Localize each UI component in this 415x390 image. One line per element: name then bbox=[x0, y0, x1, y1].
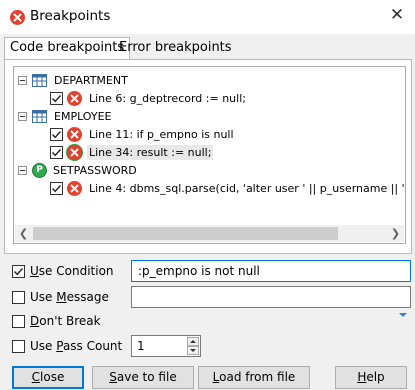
decrement-icon[interactable] bbox=[187, 346, 199, 355]
tree-group-department[interactable]: DEPARTMENT bbox=[18, 71, 130, 89]
load-from-file-button[interactable]: Load from file bbox=[198, 366, 310, 389]
horizontal-scrollbar[interactable]: ❮ ❯ bbox=[15, 225, 404, 242]
condition-input[interactable]: :p_empno is not null bbox=[131, 260, 411, 282]
breakpoint-icon bbox=[67, 180, 82, 196]
dropdown-hint-icon bbox=[399, 313, 407, 317]
use-pass-count-checkbox[interactable] bbox=[12, 339, 25, 353]
tree-group-employee[interactable]: EMPLOYEE bbox=[18, 107, 114, 125]
breakpoint-icon bbox=[67, 126, 82, 142]
tab-error-breakpoints[interactable]: Error breakpoints bbox=[114, 38, 237, 60]
breakpoint-icon bbox=[67, 90, 82, 106]
message-input[interactable] bbox=[131, 286, 411, 308]
table-icon bbox=[32, 109, 47, 123]
breakpoint-label: Line 11: if p_empno is null bbox=[89, 127, 234, 141]
tree-group-label: EMPLOYEE bbox=[54, 109, 112, 123]
tab-bar: Code breakpoints Error breakpoints bbox=[0, 34, 415, 61]
tree-group-label: DEPARTMENT bbox=[54, 73, 128, 87]
window-title: Breakpoints bbox=[30, 8, 111, 24]
use-condition-label: Use Condition bbox=[30, 264, 114, 278]
breakpoint-label: Line 6: g_deptrecord := null; bbox=[89, 91, 246, 105]
current-breakpoint-icon bbox=[67, 144, 82, 160]
breakpoint-checkbox[interactable] bbox=[50, 181, 63, 195]
title-bar: Breakpoints ✕ bbox=[0, 0, 415, 34]
breakpoint-row[interactable]: Line 4: dbms_sql.parse(cid, 'alter user … bbox=[50, 179, 405, 197]
dont-break-option[interactable]: Don't Break bbox=[12, 311, 101, 331]
breakpoint-tree[interactable]: DEPARTMENT Line 6: g_deptrecord := null;… bbox=[13, 66, 406, 244]
procedure-icon: P bbox=[32, 162, 47, 178]
tab-code-breakpoints[interactable]: Code breakpoints bbox=[4, 37, 131, 61]
breakpoint-row-selected[interactable]: Line 34: result := null; bbox=[50, 143, 214, 161]
increment-icon[interactable] bbox=[187, 337, 199, 346]
use-message-option[interactable]: Use Message bbox=[12, 287, 109, 307]
breakpoint-row[interactable]: Line 6: g_deptrecord := null; bbox=[50, 89, 248, 107]
breakpoint-error-icon bbox=[10, 10, 25, 25]
tree-group-setpassword[interactable]: P SETPASSWORD bbox=[18, 161, 139, 179]
pass-count-value[interactable]: 1 bbox=[137, 339, 145, 353]
use-message-checkbox[interactable] bbox=[12, 290, 25, 304]
use-message-label: Use Message bbox=[30, 290, 109, 304]
close-icon[interactable]: ✕ bbox=[389, 7, 405, 24]
use-condition-checkbox[interactable] bbox=[12, 264, 25, 278]
pass-count-stepper[interactable]: 1 bbox=[131, 335, 201, 357]
use-condition-option[interactable]: Use Condition bbox=[12, 261, 114, 281]
help-button[interactable]: Help bbox=[335, 366, 407, 389]
use-pass-count-label: Use Pass Count bbox=[30, 339, 123, 353]
use-pass-count-option[interactable]: Use Pass Count bbox=[12, 336, 122, 356]
dont-break-label: Don't Break bbox=[30, 314, 101, 328]
breakpoint-label: Line 4: dbms_sql.parse(cid, 'alter user … bbox=[89, 181, 405, 195]
table-icon bbox=[32, 73, 47, 87]
breakpoint-checkbox[interactable] bbox=[50, 145, 63, 159]
scroll-left-icon[interactable]: ❮ bbox=[15, 225, 32, 242]
code-breakpoints-panel: DEPARTMENT Line 6: g_deptrecord := null;… bbox=[4, 59, 412, 254]
breakpoint-checkbox[interactable] bbox=[50, 91, 63, 105]
breakpoint-checkbox[interactable] bbox=[50, 127, 63, 141]
breakpoint-label: Line 34: result := null; bbox=[87, 144, 214, 160]
scroll-right-icon[interactable]: ❯ bbox=[387, 225, 404, 242]
save-to-file-button[interactable]: Save to file bbox=[92, 366, 194, 389]
collapse-icon[interactable] bbox=[18, 165, 27, 175]
scrollbar-thumb[interactable] bbox=[33, 227, 338, 240]
collapse-icon[interactable] bbox=[18, 75, 27, 85]
close-button[interactable]: Close bbox=[12, 366, 84, 389]
collapse-icon[interactable] bbox=[18, 111, 27, 121]
tree-group-label: SETPASSWORD bbox=[53, 163, 137, 177]
breakpoint-row[interactable]: Line 11: if p_empno is null bbox=[50, 125, 236, 143]
dont-break-checkbox[interactable] bbox=[12, 314, 25, 328]
